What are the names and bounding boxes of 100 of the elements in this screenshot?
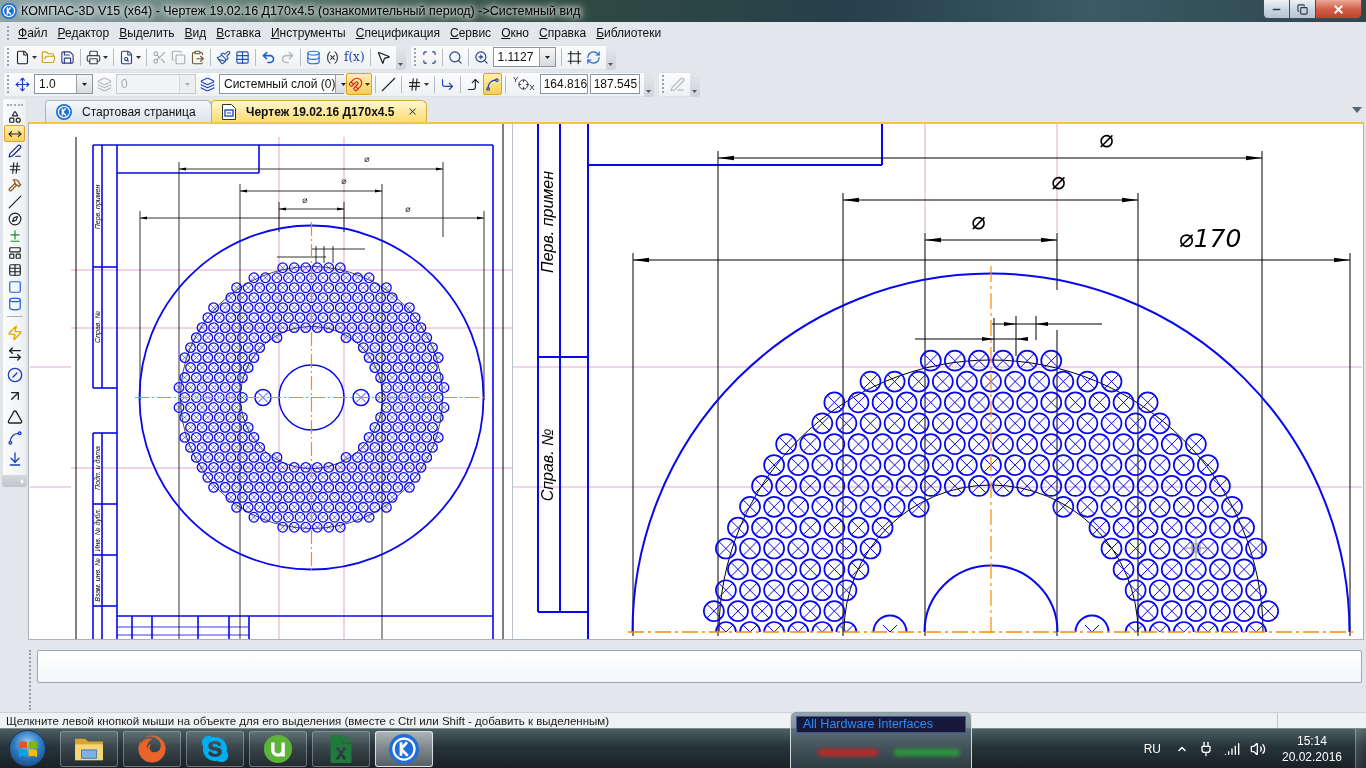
- toolbar-options-button[interactable]: [689, 71, 700, 97]
- hash-grid-icon: [407, 76, 422, 92]
- taskbar-app-button[interactable]: [60, 730, 118, 767]
- hash-grid-icon: [7, 160, 22, 175]
- table-icon: [235, 49, 250, 65]
- scissors-icon: [152, 49, 167, 65]
- menu-item[interactable]: Сервис: [445, 23, 497, 43]
- power-button[interactable]: [1198, 740, 1214, 757]
- taskbar-app-button[interactable]: [186, 730, 244, 767]
- slash-icon: [7, 194, 22, 209]
- window-title: КОМПАС-3D V15 (x64) - Чертеж 19.02.16 Д170x4.5 (ознакомительный период) ->Системный вид: [21, 3, 581, 19]
- toolbar-options-button[interactable]: [605, 44, 616, 70]
- triangle-icon: [6, 408, 23, 425]
- menu-item[interactable]: Библиотеки: [591, 23, 667, 43]
- start-button[interactable]: [9, 730, 46, 767]
- plug-icon: [1198, 740, 1214, 757]
- scan-frame-icon: [421, 49, 437, 65]
- x-in-parentheses-icon: [325, 49, 340, 65]
- dimension-label: ⌀: [341, 176, 347, 186]
- volume-button[interactable]: [1250, 740, 1266, 757]
- close-tab-button[interactable]: [407, 106, 418, 117]
- plus-minus-icon: [7, 228, 22, 243]
- caret-down-icon: [341, 82, 347, 86]
- construction-line: [30, 366, 72, 368]
- restore-button[interactable]: [1289, 0, 1316, 19]
- crosshair-icon: [518, 78, 530, 90]
- crosshair-cursor-icon: [1183, 535, 1209, 561]
- menu-item[interactable]: Спецификация: [350, 23, 445, 43]
- menu-item[interactable]: Инструменты: [265, 23, 351, 43]
- binding-button[interactable]: [483, 73, 502, 95]
- coordinates-button[interactable]: Y X: [510, 73, 538, 95]
- curve-points-icon: [485, 76, 500, 92]
- toolbar-options-button[interactable]: [395, 44, 406, 70]
- taskbar-app-button[interactable]: [375, 730, 433, 767]
- language-indicator[interactable]: RU: [1143, 741, 1161, 756]
- menu-item[interactable]: Вставка: [211, 23, 266, 43]
- blank-page-icon: [15, 49, 30, 65]
- y-coordinate-field[interactable]: 187.545: [589, 74, 640, 94]
- magnet-button[interactable]: [346, 73, 372, 95]
- caret-down-icon: [398, 62, 404, 66]
- document-tab[interactable]: Стартовая страница: [45, 100, 212, 122]
- k-logo-icon: [56, 103, 72, 120]
- copy-icon: [171, 49, 186, 65]
- x-coordinate-field[interactable]: 164.816: [539, 74, 588, 94]
- menu-item[interactable]: Файл: [13, 23, 53, 43]
- command-input-field[interactable]: [37, 650, 1362, 683]
- minimize-button[interactable]: [1263, 0, 1290, 19]
- four-arrows-icon: [15, 76, 30, 92]
- dimension-label: ⌀170: [1178, 224, 1242, 253]
- center-hole: [278, 364, 345, 431]
- page-magnifier-icon: [119, 49, 134, 65]
- caret-down-icon: [185, 82, 190, 86]
- formula-button[interactable]: f(x): [342, 46, 367, 68]
- palette-tool-button[interactable]: [4, 125, 25, 142]
- step-combo[interactable]: 1.0: [34, 74, 93, 94]
- database-icon: [306, 49, 321, 65]
- open-folder-icon: [41, 49, 56, 65]
- slash-icon: [381, 76, 396, 92]
- taskbar-app-button[interactable]: [249, 730, 307, 767]
- toolbar-grip[interactable]: [413, 48, 416, 66]
- clock-button[interactable]: 15:14 20.02.2016: [1279, 732, 1345, 765]
- menu-item[interactable]: Окно: [496, 23, 535, 43]
- caret-down-icon: [136, 55, 141, 59]
- caret-down-icon: [82, 82, 87, 86]
- compass-icon: [7, 211, 22, 226]
- layer-combo[interactable]: Системный слой (0): [219, 74, 344, 94]
- caret-down-icon: [32, 55, 37, 59]
- toolbar-grip[interactable]: [661, 75, 664, 93]
- caret-down-icon: [692, 89, 698, 93]
- dimension-label: ⌀: [364, 154, 370, 164]
- menu-item[interactable]: Справка: [534, 23, 592, 43]
- dimension-label: ⌀: [970, 207, 986, 235]
- hammer-icon: [7, 177, 22, 192]
- stamp-label: Справ. №: [539, 428, 557, 502]
- caret-down-icon: [544, 55, 550, 59]
- menu-item[interactable]: Выделить: [114, 23, 180, 43]
- caret-right-icon: [21, 478, 24, 484]
- magnet-icon: [348, 76, 363, 92]
- clipboard-icon: [190, 49, 205, 65]
- step-arrow-icon: [466, 76, 481, 92]
- flag-logo-icon: [17, 739, 38, 758]
- menu-item[interactable]: Вид: [179, 23, 212, 43]
- signal-bars-icon: [1224, 740, 1240, 757]
- show-desktop-button[interactable]: [1355, 729, 1366, 768]
- u-shape-logo-icon: [263, 733, 293, 764]
- square-icon: [7, 279, 22, 294]
- zoom-combo[interactable]: 1.1127: [492, 47, 556, 67]
- mounting-hole: [352, 388, 370, 407]
- menu-item[interactable]: Редактор: [52, 23, 115, 43]
- network-button[interactable]: [1224, 740, 1240, 757]
- pen-line-icon: [669, 76, 685, 92]
- toolbar-options-button[interactable]: [643, 71, 654, 97]
- pointer-icon: [375, 49, 391, 65]
- document-tab[interactable]: Чертеж 19.02.16 Д170x4.5: [211, 100, 427, 122]
- taskbar-preview[interactable]: All Hardware Interfaces: [790, 711, 972, 768]
- restore-icon: [1297, 3, 1308, 15]
- tab-list-button[interactable]: [1352, 107, 1362, 113]
- status-hint: Щелкните левой кнопкой мыши на объекте для его выделения (вместе с Ctrl или Shift - добавить к выделенным): [6, 713, 610, 728]
- lightning-icon: [6, 324, 23, 341]
- close-button[interactable]: [1315, 0, 1362, 19]
